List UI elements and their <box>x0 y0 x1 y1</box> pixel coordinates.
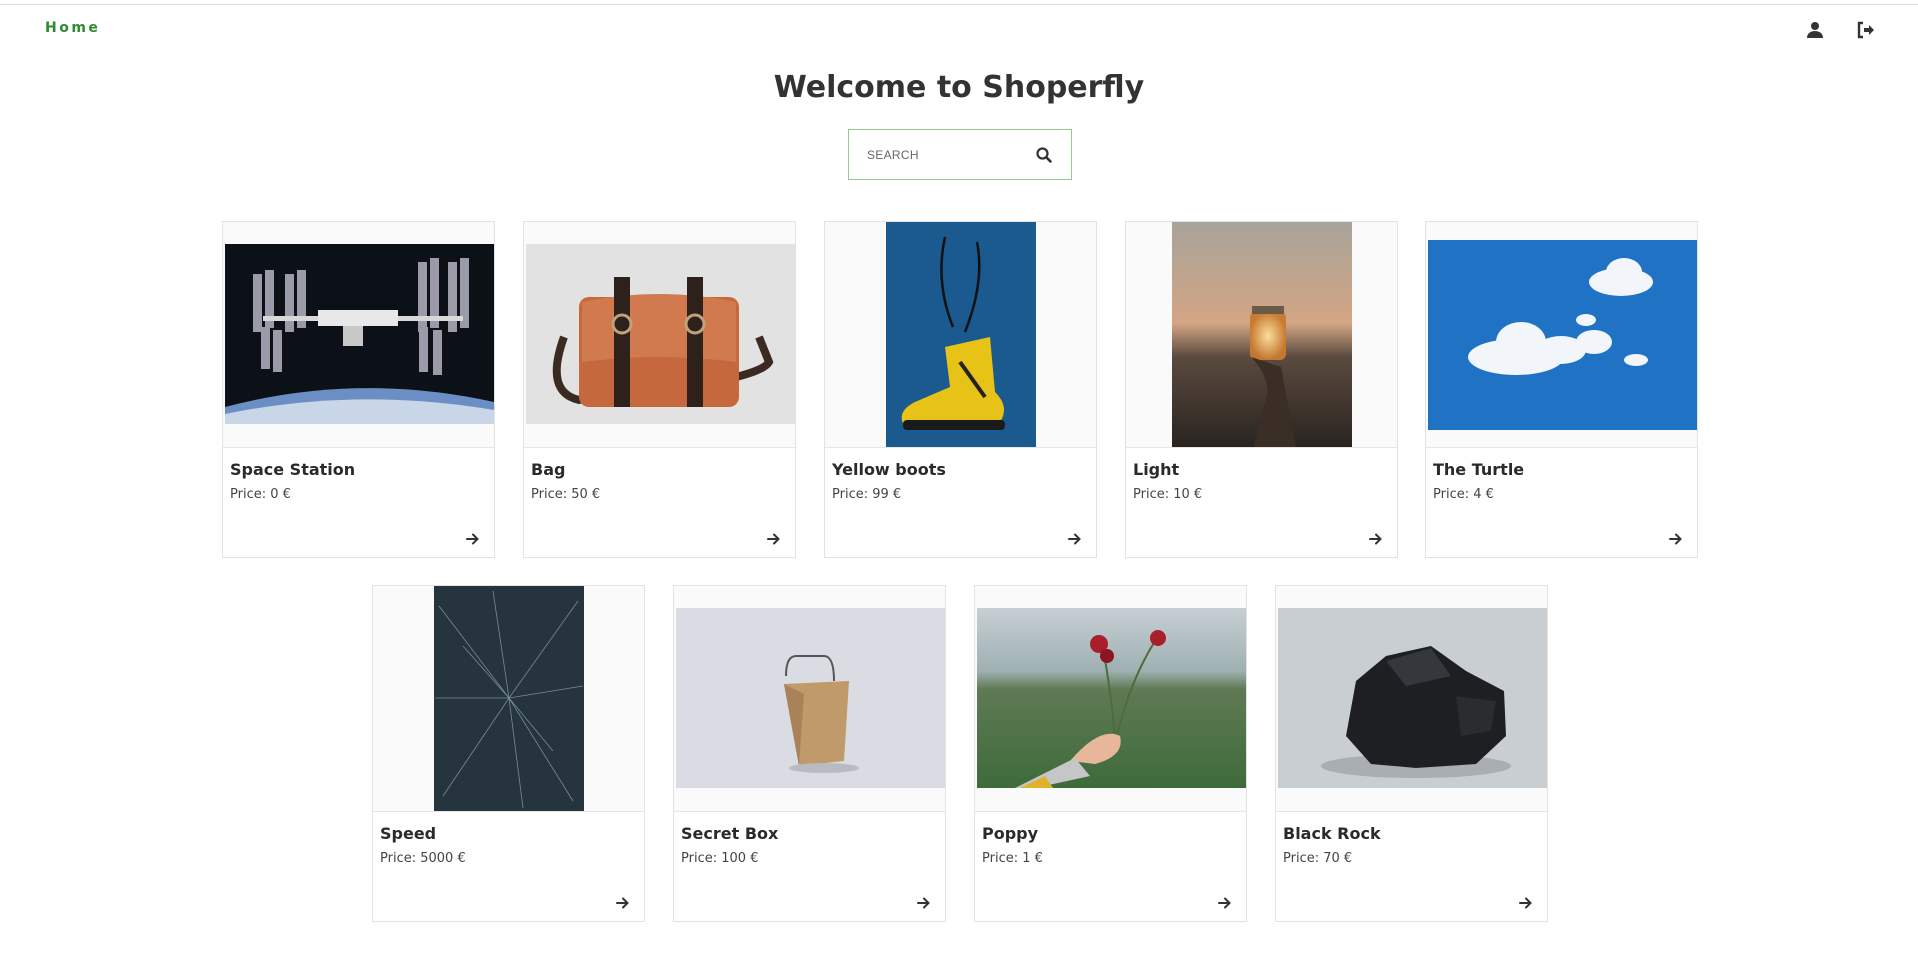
search-icon[interactable] <box>1035 146 1053 164</box>
product-name: The Turtle <box>1433 460 1525 479</box>
product-card[interactable]: Bag Price: 50 € <box>523 221 796 558</box>
arrow-right-icon[interactable] <box>465 531 481 547</box>
search-input[interactable] <box>849 130 1019 179</box>
arrow-right-icon[interactable] <box>1067 531 1083 547</box>
product-price: Price: 5000 € <box>380 851 466 866</box>
top-border <box>0 4 1918 5</box>
product-price: Price: 1 € <box>982 851 1043 866</box>
product-name: Poppy <box>982 824 1039 843</box>
product-price: Price: 100 € <box>681 851 759 866</box>
product-name: Yellow boots <box>832 460 946 479</box>
yellow-boot-photo <box>825 222 1096 448</box>
arrow-right-icon[interactable] <box>1518 895 1534 911</box>
product-card[interactable]: The Turtle Price: 4 € <box>1425 221 1698 558</box>
user-icon[interactable] <box>1805 20 1825 40</box>
product-card[interactable]: Black Rock Price: 70 € <box>1275 585 1548 922</box>
product-card[interactable]: Poppy Price: 1 € <box>974 585 1247 922</box>
nav-home-link[interactable]: Home <box>45 20 100 36</box>
arrow-right-icon[interactable] <box>615 895 631 911</box>
product-name: Speed <box>380 824 437 843</box>
product-card[interactable]: Yellow boots Price: 99 € <box>824 221 1097 558</box>
product-price: Price: 70 € <box>1283 851 1353 866</box>
sign-out-icon[interactable] <box>1856 20 1876 40</box>
clouds-sky-photo <box>1426 222 1697 448</box>
product-name: Black Rock <box>1283 824 1381 843</box>
product-price: Price: 50 € <box>531 487 601 502</box>
arrow-right-icon[interactable] <box>766 531 782 547</box>
product-card[interactable]: Space Station Price: 0 € <box>222 221 495 558</box>
product-price: Price: 0 € <box>230 487 291 502</box>
poppy-flower-photo <box>975 586 1246 812</box>
arrow-right-icon[interactable] <box>1368 531 1384 547</box>
product-card[interactable]: Light Price: 10 € <box>1125 221 1398 558</box>
search-box <box>848 129 1072 180</box>
space-station-photo <box>223 222 494 448</box>
product-price: Price: 4 € <box>1433 487 1494 502</box>
black-rock-photo <box>1276 586 1547 812</box>
product-price: Price: 10 € <box>1133 487 1203 502</box>
arrow-right-icon[interactable] <box>916 895 932 911</box>
jar-light-photo <box>1126 222 1397 448</box>
product-card[interactable]: Secret Box Price: 100 € <box>673 585 946 922</box>
product-name: Secret Box <box>681 824 779 843</box>
product-name: Light <box>1133 460 1180 479</box>
product-name: Bag <box>531 460 566 479</box>
product-card[interactable]: Speed Price: 5000 € <box>372 585 645 922</box>
star-streaks-photo <box>373 586 644 812</box>
arrow-right-icon[interactable] <box>1217 895 1233 911</box>
leather-bag-photo <box>524 222 795 448</box>
takeout-box-photo <box>674 586 945 812</box>
arrow-right-icon[interactable] <box>1668 531 1684 547</box>
page-title: Welcome to Shoperfly <box>773 70 1145 105</box>
product-name: Space Station <box>230 460 356 479</box>
product-price: Price: 99 € <box>832 487 902 502</box>
